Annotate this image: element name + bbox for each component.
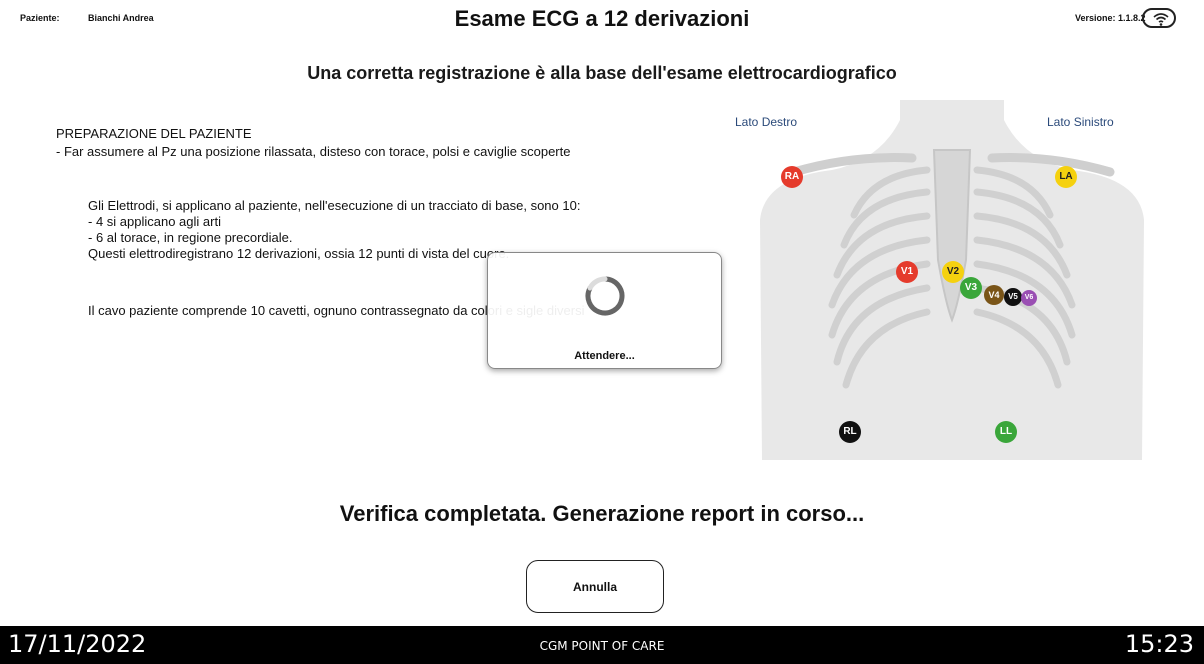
electrode-ll: LL xyxy=(995,421,1017,443)
version-label: Versione: 1.1.8.2 xyxy=(1075,13,1146,23)
electrode-label: RL xyxy=(843,426,857,437)
electrode-v4: V4 xyxy=(984,285,1004,305)
electrodes-line: - 4 si applicano agli arti xyxy=(88,214,221,229)
electrode-la: LA xyxy=(1055,166,1077,188)
status-message: Verifica completata. Generazione report … xyxy=(339,501,865,526)
right-side-label: Lato Destro xyxy=(735,115,798,129)
loading-dialog: Attendere... xyxy=(487,252,722,369)
left-side-label: Lato Sinistro xyxy=(1047,115,1114,129)
header-bar: Paziente: Bianchi Andrea Esame ECG a 12 … xyxy=(0,0,1204,44)
wifi-button[interactable] xyxy=(1142,8,1176,28)
prep-instruction: - Far assumere al Pz una posizione rilas… xyxy=(56,144,571,159)
electrode-label: LA xyxy=(1059,171,1073,182)
electrode-label: V3 xyxy=(964,282,978,293)
footer-time: 15:23 xyxy=(1124,630,1194,658)
electrode-label: RA xyxy=(784,171,800,182)
electrode-v1: V1 xyxy=(896,261,918,283)
subtitle: Una corretta registrazione è alla base d… xyxy=(307,63,897,83)
spinner-icon xyxy=(585,276,625,316)
electrode-label: V5 xyxy=(1008,292,1018,301)
electrode-ra: RA xyxy=(781,166,803,188)
electrode-rl: RL xyxy=(839,421,861,443)
cancel-button[interactable]: Annulla xyxy=(526,560,664,613)
prep-heading: PREPARAZIONE DEL PAZIENTE xyxy=(56,126,252,141)
electrode-label: LL xyxy=(999,426,1013,437)
wifi-icon xyxy=(1153,13,1169,26)
electrodes-line: Gli Elettrodi, si applicano al paziente,… xyxy=(88,198,581,213)
loading-text: Attendere... xyxy=(574,350,635,362)
electrode-v6: V6 xyxy=(1021,290,1037,306)
footer-bar: 17/11/2022 CGM POINT OF CARE 15:23 xyxy=(0,626,1204,664)
electrode-label: V1 xyxy=(900,266,914,277)
electrode-v5: V5 xyxy=(1004,288,1022,306)
footer-app-name: CGM POINT OF CARE xyxy=(539,639,665,653)
electrode-v3: V3 xyxy=(960,277,982,299)
electrode-label: V4 xyxy=(988,290,1000,300)
page-title: Esame ECG a 12 derivazioni xyxy=(454,6,750,31)
electrodes-line: - 6 al torace, in regione precordiale. xyxy=(88,230,293,245)
electrode-label: V6 xyxy=(1024,294,1034,301)
